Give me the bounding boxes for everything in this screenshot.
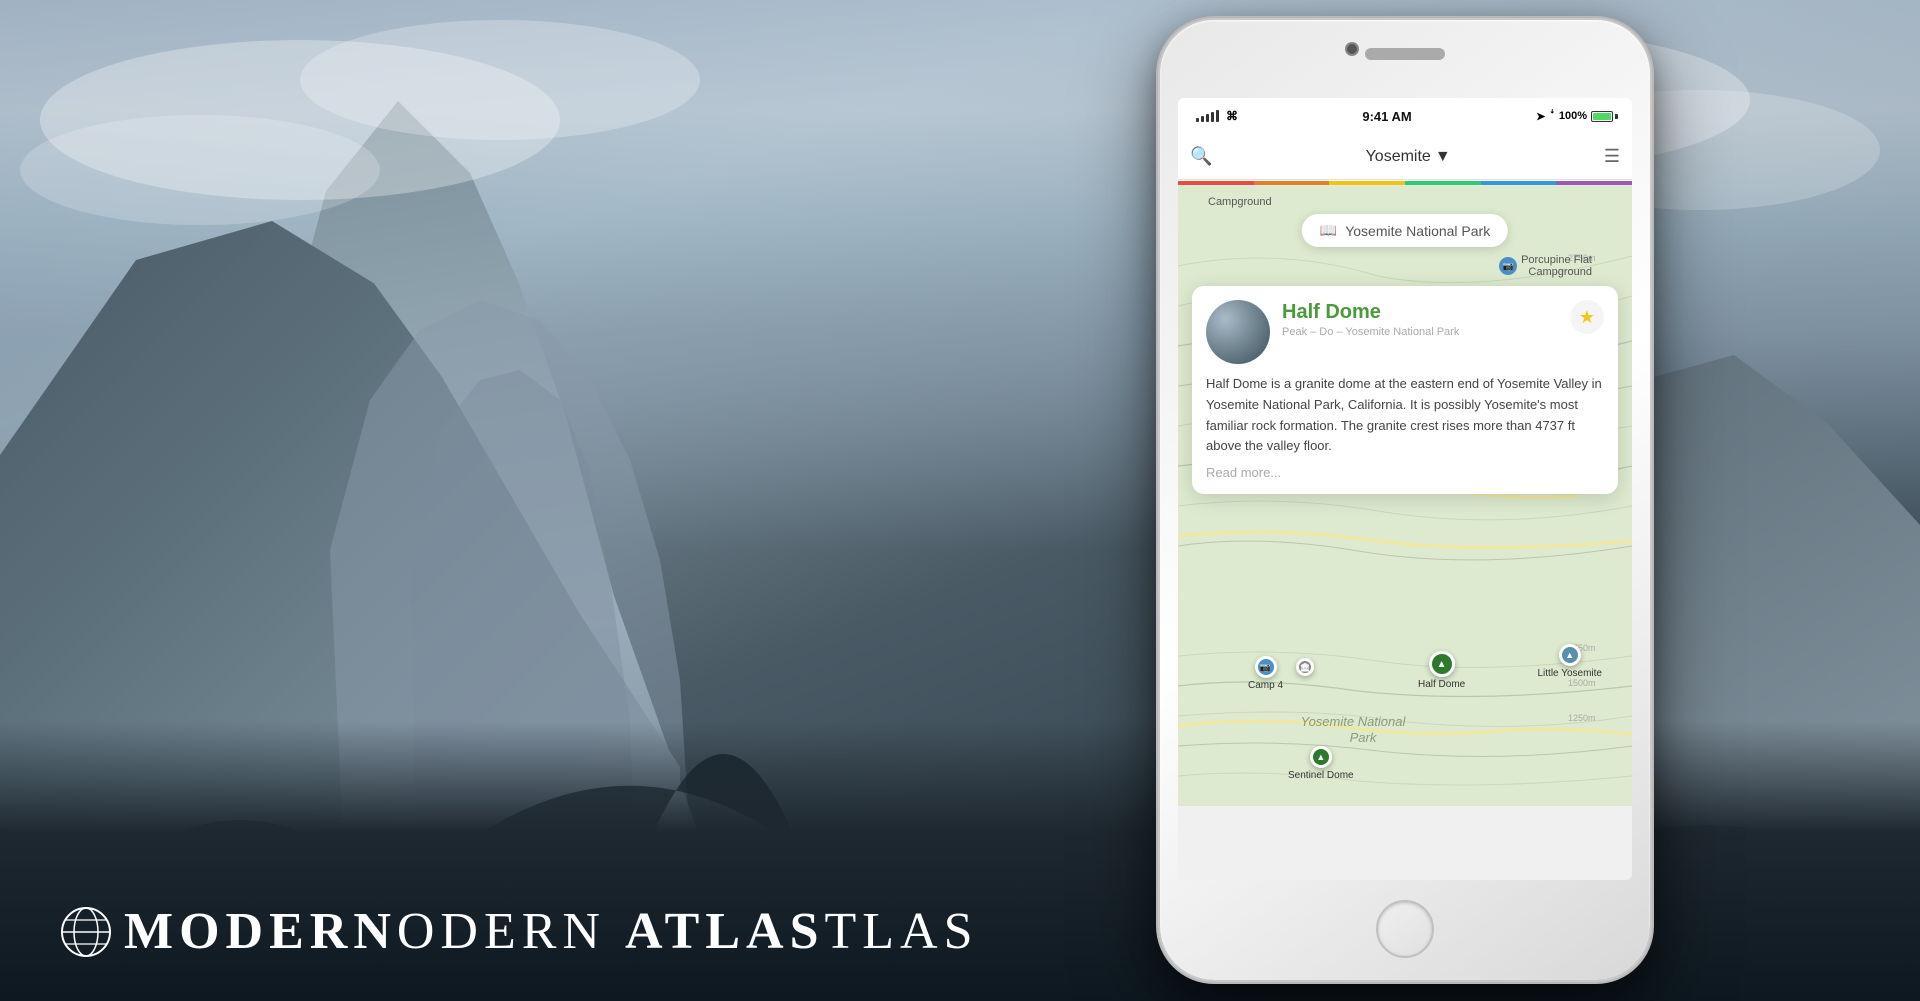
map-pin-little-yosemite[interactable]: ▲ Little Yosemite bbox=[1538, 644, 1603, 679]
battery-icon bbox=[1591, 111, 1618, 122]
tab-orange[interactable] bbox=[1254, 181, 1330, 185]
little-yosemite-label: Little Yosemite bbox=[1538, 668, 1603, 679]
battery-fill bbox=[1593, 113, 1611, 120]
tab-blue[interactable] bbox=[1481, 181, 1557, 185]
status-bar: ⌘ 9:41 AM ➤ ꜜ 100% bbox=[1178, 98, 1632, 134]
museum-pin: 🏛 bbox=[1296, 658, 1314, 676]
bluetooth-icon: ꜜ bbox=[1549, 110, 1555, 122]
porcupine-flat-label: 📷 Porcupine FlatCampground bbox=[1499, 254, 1592, 278]
logo-text: MODERNODERN ATLASTLAS bbox=[124, 902, 979, 961]
campground-label: Campground bbox=[1208, 196, 1272, 208]
phone-speaker bbox=[1365, 48, 1445, 60]
bottom-map[interactable]: Yosemite National Park 1750m 1500m 1250m… bbox=[1178, 626, 1632, 806]
location-arrow-icon: ➤ bbox=[1536, 110, 1545, 123]
favorite-button[interactable]: ★ bbox=[1570, 300, 1604, 334]
card-image-inner bbox=[1206, 300, 1270, 364]
signal-bar-1 bbox=[1196, 118, 1199, 122]
card-description: Half Dome is a granite dome at the easte… bbox=[1206, 374, 1604, 457]
porcupine-text: Porcupine FlatCampground bbox=[1521, 254, 1592, 278]
filter-icon[interactable]: ☰ bbox=[1604, 146, 1620, 167]
svg-text:1500m: 1500m bbox=[1568, 678, 1596, 688]
card-subtitle: Peak – Do – Yosemite National Park bbox=[1282, 326, 1558, 338]
map-pin-sentinel[interactable]: ▲ Sentinel Dome bbox=[1288, 746, 1354, 781]
battery-percent: 100% bbox=[1559, 110, 1587, 122]
svg-text:Yosemite National: Yosemite National bbox=[1301, 714, 1407, 729]
read-more-link[interactable]: Read more... bbox=[1206, 465, 1604, 480]
map-area[interactable]: 2750m 2500m Campground 📖 Yosemite Nation… bbox=[1178, 186, 1632, 626]
little-yosemite-pin: ▲ bbox=[1559, 644, 1581, 666]
signal-bar-3 bbox=[1206, 114, 1209, 122]
camp4-label: Camp 4 bbox=[1248, 680, 1283, 691]
search-bar[interactable]: 🔍 Yosemite ▼ ☰ bbox=[1178, 134, 1632, 180]
svg-text:1250m: 1250m bbox=[1568, 713, 1596, 723]
signal-bar-4 bbox=[1211, 112, 1214, 122]
card-title: Half Dome bbox=[1282, 300, 1558, 324]
camp4-pin: 📷 bbox=[1255, 656, 1277, 678]
phone-outer-shell: ⌘ 9:41 AM ➤ ꜜ 100% 🔍 bbox=[1160, 20, 1650, 980]
sentinel-pin: ▲ bbox=[1310, 746, 1332, 768]
tab-yellow[interactable] bbox=[1329, 181, 1405, 185]
book-icon: 📖 bbox=[1320, 222, 1337, 239]
phone-screen: ⌘ 9:41 AM ➤ ꜜ 100% 🔍 bbox=[1178, 98, 1632, 880]
phone-mockup: ⌘ 9:41 AM ➤ ꜜ 100% 🔍 bbox=[1160, 20, 1650, 980]
dropdown-arrow-icon: ▼ bbox=[1435, 148, 1451, 166]
card-image bbox=[1206, 300, 1270, 364]
campground-text: Campground bbox=[1208, 196, 1272, 208]
status-right: ➤ ꜜ 100% bbox=[1536, 110, 1618, 123]
svg-text:Park: Park bbox=[1350, 730, 1378, 745]
wifi-icon: ⌘ bbox=[1226, 109, 1238, 123]
bubble-text: Yosemite National Park bbox=[1345, 223, 1490, 239]
map-search-bubble[interactable]: 📖 Yosemite National Park bbox=[1302, 214, 1508, 247]
home-button[interactable] bbox=[1376, 900, 1434, 958]
phone-camera bbox=[1345, 42, 1359, 56]
half-dome-label: Half Dome bbox=[1418, 679, 1465, 690]
tab-purple[interactable] bbox=[1556, 181, 1632, 185]
camera-icon: 📷 bbox=[1502, 261, 1513, 272]
battery-tip bbox=[1615, 114, 1618, 119]
search-icon: 🔍 bbox=[1190, 146, 1212, 167]
globe-icon bbox=[60, 906, 112, 958]
card-header: Half Dome Peak – Do – Yosemite National … bbox=[1206, 300, 1604, 364]
half-dome-pin: ▲ bbox=[1429, 651, 1455, 677]
tab-red[interactable] bbox=[1178, 181, 1254, 185]
map-pin-camp4[interactable]: 📷 Camp 4 bbox=[1248, 656, 1283, 691]
info-card[interactable]: Half Dome Peak – Do – Yosemite National … bbox=[1192, 286, 1618, 494]
battery-body bbox=[1591, 111, 1613, 122]
location-label: Yosemite bbox=[1366, 148, 1431, 166]
status-left: ⌘ bbox=[1192, 109, 1238, 123]
tab-green[interactable] bbox=[1405, 181, 1481, 185]
card-title-area: Half Dome Peak – Do – Yosemite National … bbox=[1282, 300, 1558, 338]
star-icon: ★ bbox=[1579, 307, 1595, 328]
search-location[interactable]: Yosemite ▼ bbox=[1222, 148, 1593, 166]
signal-bars bbox=[1196, 110, 1219, 122]
logo: MODERNODERN ATLASTLAS bbox=[60, 902, 979, 961]
status-time: 9:41 AM bbox=[1362, 109, 1411, 124]
signal-bar-5 bbox=[1216, 110, 1219, 122]
map-pin-half-dome[interactable]: ▲ Half Dome bbox=[1418, 651, 1465, 690]
map-pin-museum[interactable]: 🏛 bbox=[1296, 658, 1314, 676]
porcupine-dot: 📷 bbox=[1499, 257, 1517, 275]
signal-bar-2 bbox=[1201, 116, 1204, 122]
sentinel-label: Sentinel Dome bbox=[1288, 770, 1354, 781]
